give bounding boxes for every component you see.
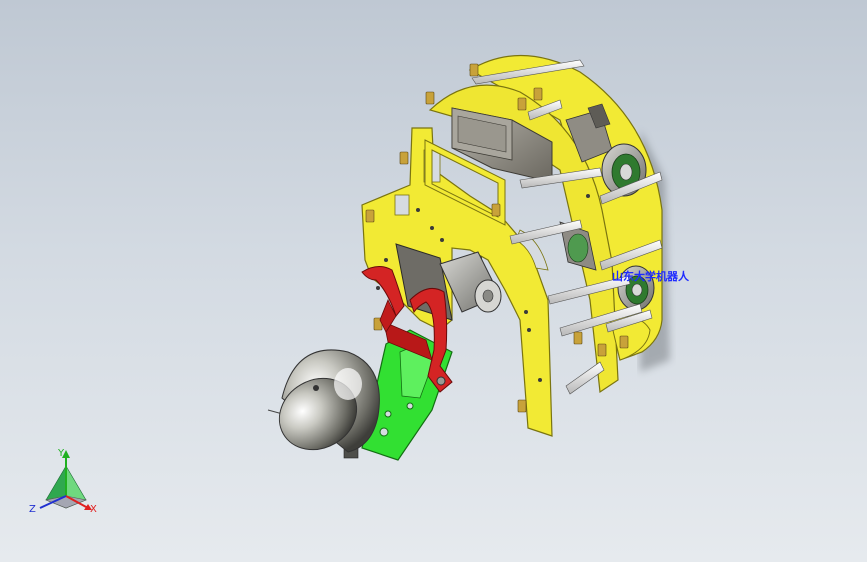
cad-viewport[interactable]: 山东大学机器人 Y X Z	[0, 0, 867, 562]
plate-cutout	[394, 194, 410, 216]
z-axis-label: Z	[29, 504, 36, 515]
robot-assembly-model	[267, 54, 670, 461]
coordinate-triad[interactable]: Y X Z	[22, 446, 112, 526]
y-axis-label: Y	[58, 448, 65, 459]
model-annotation: 山东大学机器人	[612, 270, 689, 283]
x-axis-label: X	[90, 504, 97, 515]
